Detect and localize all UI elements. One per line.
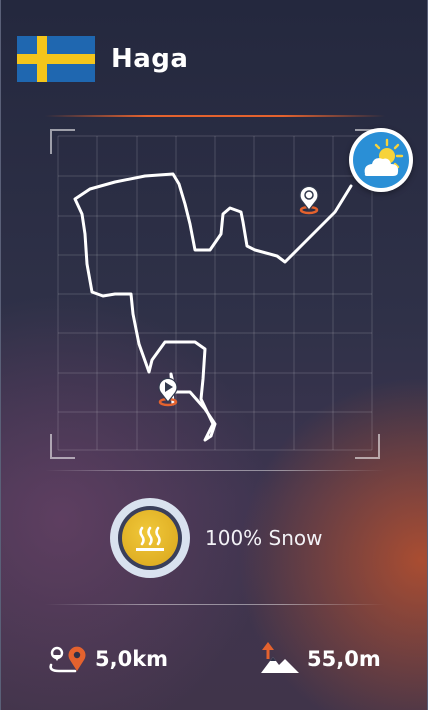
sweden-flag-icon [17, 36, 95, 82]
distance-stat: 5,0km [47, 640, 168, 678]
elevation-icon [261, 642, 299, 673]
weather-button[interactable] [349, 128, 413, 192]
venue-card: Haga 100% Snow 5,0km 55,0m [0, 0, 428, 710]
header-divider [45, 115, 385, 117]
elevation-value: 55,0m [307, 647, 381, 671]
snow-cannon-icon [136, 526, 164, 551]
map-grid [57, 135, 373, 451]
track-end-marker[interactable] [299, 185, 319, 215]
snow-coverage-label: 100% Snow [205, 526, 323, 550]
track-start-marker[interactable] [158, 377, 178, 407]
track-map[interactable] [45, 124, 385, 464]
sun-cloud-icon [364, 138, 404, 176]
distance-value: 5,0km [95, 647, 169, 671]
venue-title: Haga [111, 44, 189, 74]
card-header: Haga [17, 36, 188, 82]
map-divider [45, 470, 385, 471]
snow-badge [110, 498, 190, 578]
route-distance-icon [49, 646, 86, 673]
stats-divider [45, 604, 385, 605]
elevation-stat: 55,0m [259, 640, 381, 678]
